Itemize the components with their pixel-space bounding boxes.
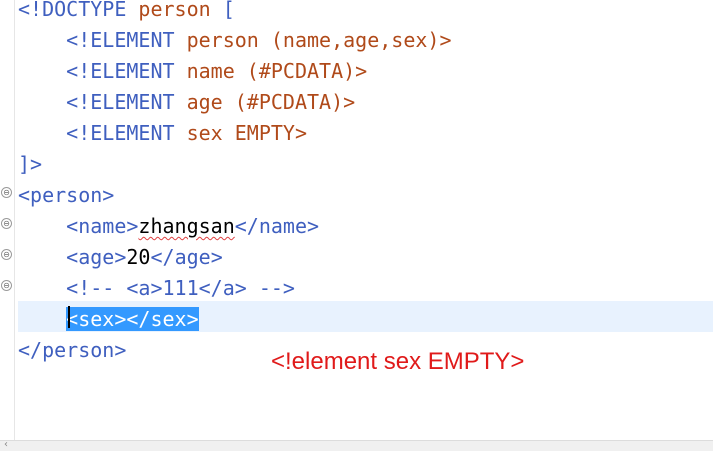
text-caret [68,306,70,328]
code-token: (#PCDATA)> [234,59,368,83]
code-token: (#PCDATA)> [222,90,356,114]
fold-toggle-icon[interactable]: ⊖ [1,249,12,260]
code-token: zhangsan [138,214,235,238]
fold-toggle-icon[interactable]: ⊖ [1,218,12,229]
code-token: (name,age,sex)> [258,28,452,52]
code-line[interactable]: <name>zhangsan</name> [18,211,319,242]
xml-editor[interactable]: ⊖ ⊖ ⊖ ⊖ <!DOCTYPE person [ <!ELEMENT per… [0,0,713,451]
code-line[interactable]: <!ELEMENT age (#PCDATA)> [18,87,355,118]
code-line[interactable]: <!DOCTYPE person [ [18,0,235,25]
code-token: <!ELEMENT [66,28,187,52]
code-token: <age> [66,245,127,269]
code-token: [ [210,0,235,21]
code-line[interactable]: </person> [18,335,126,366]
selected-text: <sex></sex> [66,307,199,331]
code-token: sex [186,121,223,145]
code-line[interactable]: <!ELEMENT sex EMPTY> [18,118,307,149]
code-line[interactable]: <sex></sex> [18,304,199,335]
code-token: </person> [18,338,127,362]
annotation-note: <!element sex EMPTY> [271,348,525,375]
scroll-left-icon[interactable]: ‹ [4,439,8,450]
code-token: <!ELEMENT [66,59,187,83]
code-token: <person> [18,183,115,207]
code-token: <name> [66,214,139,238]
editor-gutter: ⊖ ⊖ ⊖ ⊖ [0,0,15,440]
code-token: 20 [126,245,151,269]
code-token: </age> [150,245,223,269]
code-token: <!ELEMENT [66,121,187,145]
code-line[interactable]: <age>20</age> [18,242,223,273]
code-token: EMPTY> [222,121,308,145]
code-token: name [186,59,235,83]
code-line[interactable]: <!ELEMENT person (name,age,sex)> [18,25,452,56]
code-line[interactable]: <!-- <a>111</a> --> [18,273,295,304]
code-line[interactable]: <!ELEMENT name (#PCDATA)> [18,56,367,87]
code-token: <!ELEMENT [66,90,187,114]
code-token: <!-- <a>111</a> --> [66,276,295,300]
code-token: person [186,28,259,52]
code-token: <!DOCTYPE [18,0,139,21]
code-token: age [186,90,223,114]
code-token: </name> [234,214,320,238]
horizontal-scrollbar[interactable]: ‹ [0,439,713,451]
code-line[interactable]: ]> [18,149,42,180]
code-line[interactable]: <person> [18,180,114,211]
fold-toggle-icon[interactable]: ⊖ [1,187,12,198]
code-token: person [138,0,211,21]
fold-toggle-icon[interactable]: ⊖ [1,280,12,291]
code-token: ]> [18,152,43,176]
